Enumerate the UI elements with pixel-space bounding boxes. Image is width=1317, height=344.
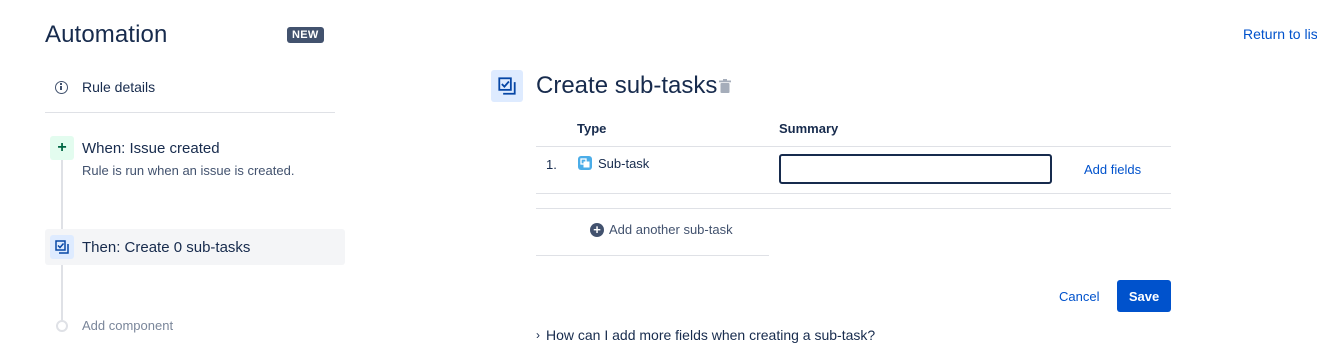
table-divider [536,193,1171,194]
add-another-subtask-button[interactable]: + Add another sub-task [590,222,733,237]
add-component-link[interactable]: Add component [82,318,173,333]
page-title: Automation [45,21,168,48]
info-icon [55,80,68,94]
action-title: Then: Create 0 sub-tasks [82,239,251,256]
faq-expander[interactable]: › How can I add more fields when creatin… [536,327,875,343]
column-header-summary: Summary [779,121,839,136]
return-to-list-link[interactable]: Return to list [1243,26,1317,42]
checklist-icon [491,70,523,102]
panel-title: Create sub-tasks [536,72,718,99]
new-badge: NEW [287,27,324,43]
add-fields-link[interactable]: Add fields [1084,162,1141,177]
issue-type-label: Sub-task [598,156,650,171]
trigger-title[interactable]: When: Issue created [82,140,220,157]
table-divider [536,208,1171,209]
rule-details-item[interactable]: Rule details [45,72,335,102]
checklist-icon [50,235,74,259]
sidebar-divider [45,112,335,113]
rule-details-label: Rule details [82,79,156,95]
faq-label: How can I add more fields when creating … [546,327,876,343]
add-component-dot [56,320,68,332]
trash-icon[interactable] [719,79,731,93]
chevron-right-icon: › [536,328,540,342]
add-another-subtask-label: Add another sub-task [609,222,733,237]
table-divider [536,146,1171,147]
column-header-type: Type [577,121,607,136]
table-divider [536,255,769,256]
trigger-description: Rule is run when an issue is created. [82,163,295,178]
plus-icon: + [50,136,74,160]
subtask-icon [578,156,592,170]
save-button[interactable]: Save [1117,280,1171,312]
summary-input[interactable] [779,154,1052,184]
plus-circle-icon: + [590,222,604,237]
cancel-button[interactable]: Cancel [1053,280,1105,312]
row-number: 1. [546,157,557,172]
